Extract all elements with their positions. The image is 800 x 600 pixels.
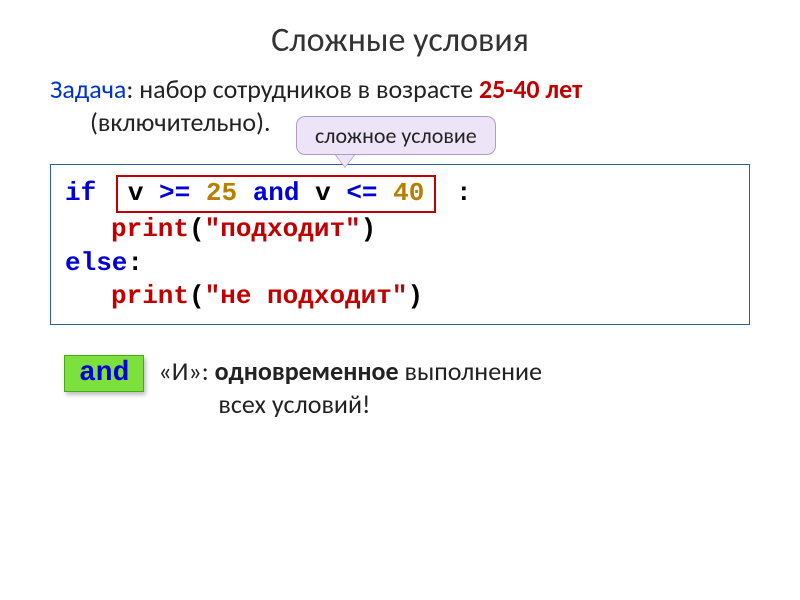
paren-r1: ) — [361, 214, 377, 244]
str-notfits: "не подходит" — [205, 281, 408, 311]
num-40: 40 — [378, 178, 425, 208]
fn-print2: print — [111, 281, 189, 311]
paren-l1: ( — [189, 214, 205, 244]
str-fits: "подходит" — [205, 214, 361, 244]
callout: сложное условие — [296, 116, 496, 155]
fn-print1: print — [111, 214, 189, 244]
and-t2: выполнение — [399, 355, 542, 387]
op-le: <= — [346, 178, 377, 208]
condition-frame: v >= 25 and v <= 40 — [116, 175, 437, 213]
task-text1: : набор сотрудников в возрасте — [126, 73, 479, 105]
kw-and: and — [253, 178, 300, 208]
and-text: «И»: одновременное выполнение всех услов… — [158, 355, 542, 420]
and-bold: одновременное — [215, 355, 399, 387]
num-25: 25 — [190, 178, 252, 208]
and-t1: «И»: — [158, 355, 214, 387]
colon2: : — [127, 248, 143, 278]
and-t3: всех условий! — [158, 388, 542, 421]
callout-tail-fill — [336, 155, 354, 167]
cond-var1: v — [128, 178, 159, 208]
task-age-range: 25-40 лет — [479, 73, 582, 105]
callout-box: сложное условие — [296, 116, 496, 155]
kw-if: if — [65, 178, 96, 208]
page-title: Сложные условия — [0, 20, 800, 61]
and-badge: and — [64, 355, 144, 392]
paren-l2: ( — [189, 281, 205, 311]
colon1: : — [456, 178, 472, 208]
cond-var2: v — [300, 178, 347, 208]
paren-r2: ) — [407, 281, 423, 311]
task-label: Задача — [50, 73, 126, 105]
op-ge: >= — [159, 178, 190, 208]
and-explanation: and «И»: одновременное выполнение всех у… — [64, 355, 800, 420]
code-block: if v >= 25 and v <= 40 : print("подходит… — [50, 164, 750, 325]
kw-else: else — [65, 248, 127, 278]
